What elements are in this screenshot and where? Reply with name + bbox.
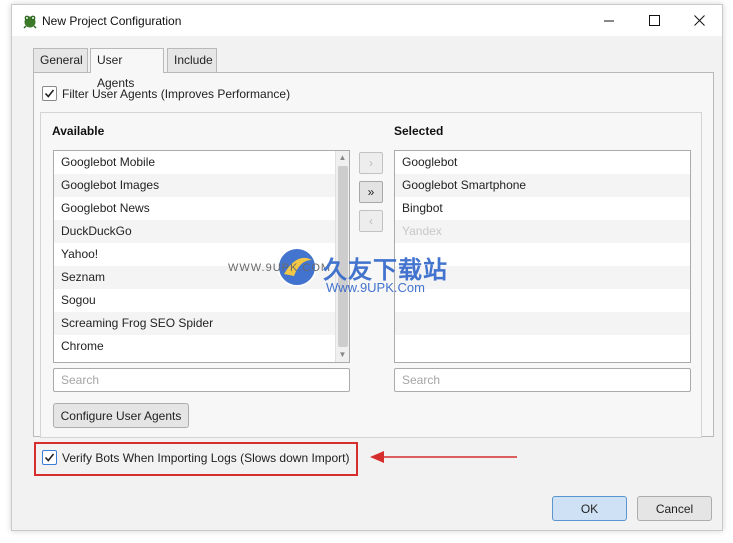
verify-bots-checkbox[interactable]	[42, 450, 57, 465]
checkmark-icon	[44, 89, 55, 98]
window-title: New Project Configuration	[42, 14, 182, 28]
cancel-button[interactable]: Cancel	[637, 496, 712, 521]
close-button[interactable]	[677, 5, 722, 36]
list-item[interactable]: Googlebot Mobile	[54, 151, 349, 174]
list-item[interactable]: Googlebot Images	[54, 174, 349, 197]
close-icon	[694, 15, 705, 26]
list-item[interactable]: Chrome	[54, 335, 349, 358]
watermark-url: Www.9UPK.Com	[326, 280, 425, 295]
minimize-icon	[604, 20, 614, 22]
minimize-button[interactable]	[587, 5, 632, 36]
annotation-arrow-icon	[370, 451, 517, 463]
move-right-all-button[interactable]: »	[359, 181, 383, 203]
move-right-one-button[interactable]: ›	[359, 152, 383, 174]
configure-user-agents-button[interactable]: Configure User Agents	[53, 403, 189, 428]
checkmark-icon	[44, 453, 55, 462]
list-item[interactable]: Googlebot Smartphone	[395, 174, 690, 197]
list-item[interactable]: Googlebot	[395, 151, 690, 174]
tab-user-agents[interactable]: User Agents	[90, 48, 164, 90]
scroll-down-icon[interactable]: ▼	[336, 348, 349, 362]
frog-app-icon	[23, 15, 37, 29]
verify-bots-label: Verify Bots When Importing Logs (Slows d…	[62, 451, 350, 465]
list-item[interactable]: Bingbot	[395, 197, 690, 220]
scroll-up-icon[interactable]: ▲	[336, 151, 349, 165]
tab-include[interactable]: Include	[167, 48, 217, 72]
selected-search-input[interactable]	[394, 368, 691, 392]
watermark-overlay: WWW.9UPK.COM 久友下载站 Www.9UPK.Com	[228, 228, 480, 316]
available-title: Available	[52, 124, 105, 138]
watermark-left-url: WWW.9UPK.COM	[228, 262, 332, 274]
available-search-input[interactable]	[53, 368, 350, 392]
title-bar[interactable]: New Project Configuration	[12, 5, 722, 36]
ok-button[interactable]: OK	[552, 496, 627, 521]
tab-general[interactable]: General	[33, 48, 88, 72]
selected-title: Selected	[394, 124, 444, 138]
maximize-icon	[649, 15, 660, 26]
filter-user-agents-checkbox[interactable]	[42, 86, 57, 101]
list-item[interactable]: Googlebot News	[54, 197, 349, 220]
maximize-button[interactable]	[632, 5, 677, 36]
